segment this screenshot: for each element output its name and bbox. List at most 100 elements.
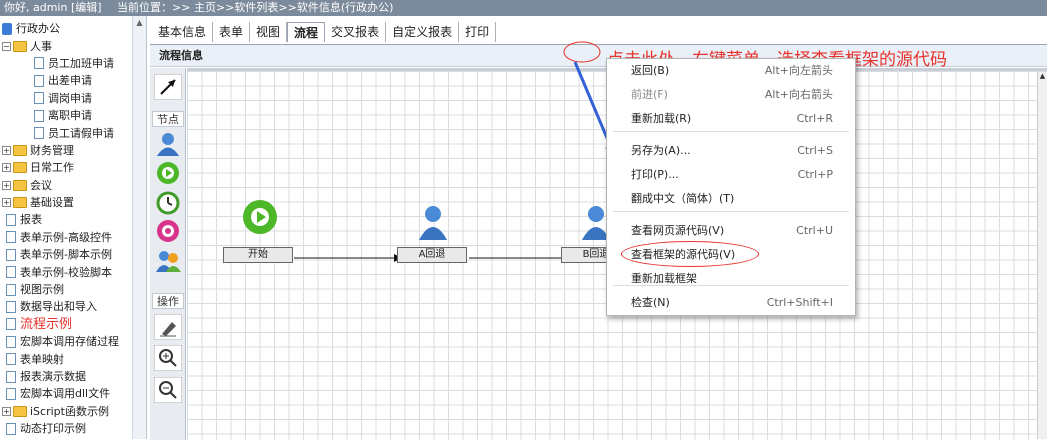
context-menu-item[interactable]: 检查(N) Ctrl+Shift+I [631,293,833,313]
tree-item[interactable]: 动态打印示例 [2,420,130,437]
expand-icon[interactable]: + [2,180,11,190]
document-icon [34,74,44,87]
tree-item[interactable]: + 基础设置 [2,194,130,211]
tree-item-label: 员工加班申请 [48,56,114,70]
start-node[interactable] [240,198,280,239]
document-icon [6,266,16,279]
top-status-bar: 你好, admin [编辑] 当前位置：>> 主页>>软件列表>>软件信息(行政… [0,0,1047,16]
menu-item-shortcut: Ctrl+P [797,168,833,181]
tree-item[interactable]: 报表 [2,211,130,228]
canvas-scrollbar[interactable]: ▲ [1037,72,1047,439]
context-menu-item[interactable]: 重新加载框架 [631,269,833,289]
document-icon [34,57,44,70]
tree-item[interactable]: − 人事 [2,37,130,54]
person-node[interactable] [416,204,450,243]
folder-icon [13,162,27,174]
tab-0[interactable]: 基本信息 [152,22,214,42]
menu-item-shortcut: Ctrl+U [796,224,833,237]
tree-item[interactable]: 表单示例-高级控件 [2,229,130,246]
tree-item-label: 财务管理 [30,143,74,157]
person-icon [157,133,179,156]
start-node-tool[interactable] [154,160,182,186]
ops-section-label: 操作 [152,293,184,309]
greeting-text[interactable]: 你好, admin [编辑] [4,1,102,14]
scroll-up-icon[interactable]: ▲ [1038,72,1047,84]
scroll-up-icon[interactable]: ▲ [133,16,146,30]
tree-item[interactable]: + 会议 [2,177,130,194]
pointer-tool[interactable] [153,73,183,101]
expand-icon[interactable]: + [2,145,11,155]
menu-item-shortcut: Ctrl+S [797,144,833,157]
tree-item[interactable]: 表单映射 [2,350,130,367]
flow-node-label[interactable]: 开始 [223,247,293,263]
tree-item[interactable]: 宏脚本调用存储过程 [2,333,130,350]
context-menu-item[interactable]: 另存为(A)... Ctrl+S [631,141,833,161]
tab-4[interactable]: 交叉报表 [325,22,387,42]
tree-item-label: 表单示例-高级控件 [20,230,112,244]
tab-6[interactable]: 打印 [459,22,497,42]
zoom-in-tool[interactable] [153,344,183,372]
person-node-tool[interactable] [154,131,182,157]
tree-item-label: 视图示例 [20,283,64,297]
timer-node-tool[interactable] [154,189,182,215]
sidebar-scrollbar[interactable]: ▲ [132,16,146,439]
tab-1[interactable]: 表单 [213,22,251,42]
tab-2[interactable]: 视图 [250,22,288,42]
expand-icon[interactable]: + [2,163,11,173]
menu-item-label: 查看网页源代码(V) [631,224,725,237]
context-menu-item[interactable]: 翻成中文（简体）(T) [631,189,833,209]
app-icon [2,22,12,35]
document-icon [6,231,16,244]
expand-icon[interactable]: + [2,198,11,208]
document-icon [6,248,16,261]
menu-item-label: 另存为(A)... [631,144,691,157]
menu-separator [613,211,849,212]
tree-item-label: 会议 [30,178,52,192]
tree-item[interactable]: 报表演示数据 [2,368,130,385]
tree-item-label: 人事 [30,39,52,53]
tab-5[interactable]: 自定义报表 [386,22,460,42]
menu-item-label: 重新加载(R) [631,112,692,125]
tree-item[interactable]: 出差申请 [2,72,130,89]
flow-node-label[interactable]: A回退 [397,247,467,263]
tree-item[interactable]: + iScript函数示例 [2,403,130,420]
tree-item[interactable]: 离职申请 [2,107,130,124]
group-node-tool[interactable] [154,247,182,273]
folder-icon [13,40,27,52]
zoom-out-tool[interactable] [153,376,183,404]
tree-item-label: 表单示例-校验脚本 [20,265,112,279]
context-menu-item[interactable]: 打印(P)... Ctrl+P [631,165,833,185]
tree-root[interactable]: 行政办公 [2,20,130,37]
tree-item[interactable]: 调岗申请 [2,90,130,107]
start-circle-icon [157,162,179,184]
context-menu-item[interactable]: 重新加载(R) Ctrl+R [631,109,833,129]
menu-item-label: 重新加载框架 [631,272,697,285]
tree-item[interactable]: 表单示例-校验脚本 [2,263,130,280]
tab-3[interactable]: 流程 [287,22,326,42]
tree-item-label: 离职申请 [48,109,92,123]
tree-item[interactable]: 流程示例 [2,316,130,333]
document-icon [6,387,16,400]
tree-view: 行政办公 − 人事员工加班申请出差申请 调岗申请离职申请 员工请假申请 + 财务管理 + 日常… [2,20,130,437]
context-menu-item[interactable]: 查看网页源代码(V) Ctrl+U [631,221,833,241]
end-node-tool[interactable] [154,218,182,244]
context-menu-item[interactable]: 返回(B) Alt+向左箭头 [631,61,833,81]
expand-icon[interactable]: + [2,406,11,416]
tree-item[interactable]: + 日常工作 [2,159,130,176]
tree-item[interactable]: 宏脚本调用dll文件 [2,385,130,402]
menu-item-label: 前进(F) [631,88,668,101]
tree-item[interactable]: 视图示例 [2,281,130,298]
breadcrumb: 当前位置：>> 主页>>软件列表>>软件信息(行政办公) [117,1,394,14]
tree-item[interactable]: 表单示例-脚本示例 [2,246,130,263]
document-icon [6,422,16,435]
tree-item[interactable]: 数据导出和导入 [2,298,130,315]
menu-item-label: 检查(N) [631,296,670,309]
collapse-icon[interactable]: − [2,41,11,51]
eraser-tool[interactable] [153,313,183,341]
tree-item-label: 报表 [20,213,42,227]
tree-item[interactable]: + 财务管理 [2,142,130,159]
tree-item[interactable]: 员工请假申请 [2,124,130,141]
clock-icon [156,191,180,215]
menu-item-shortcut: Alt+向左箭头 [764,64,833,77]
tree-item[interactable]: 员工加班申请 [2,55,130,72]
